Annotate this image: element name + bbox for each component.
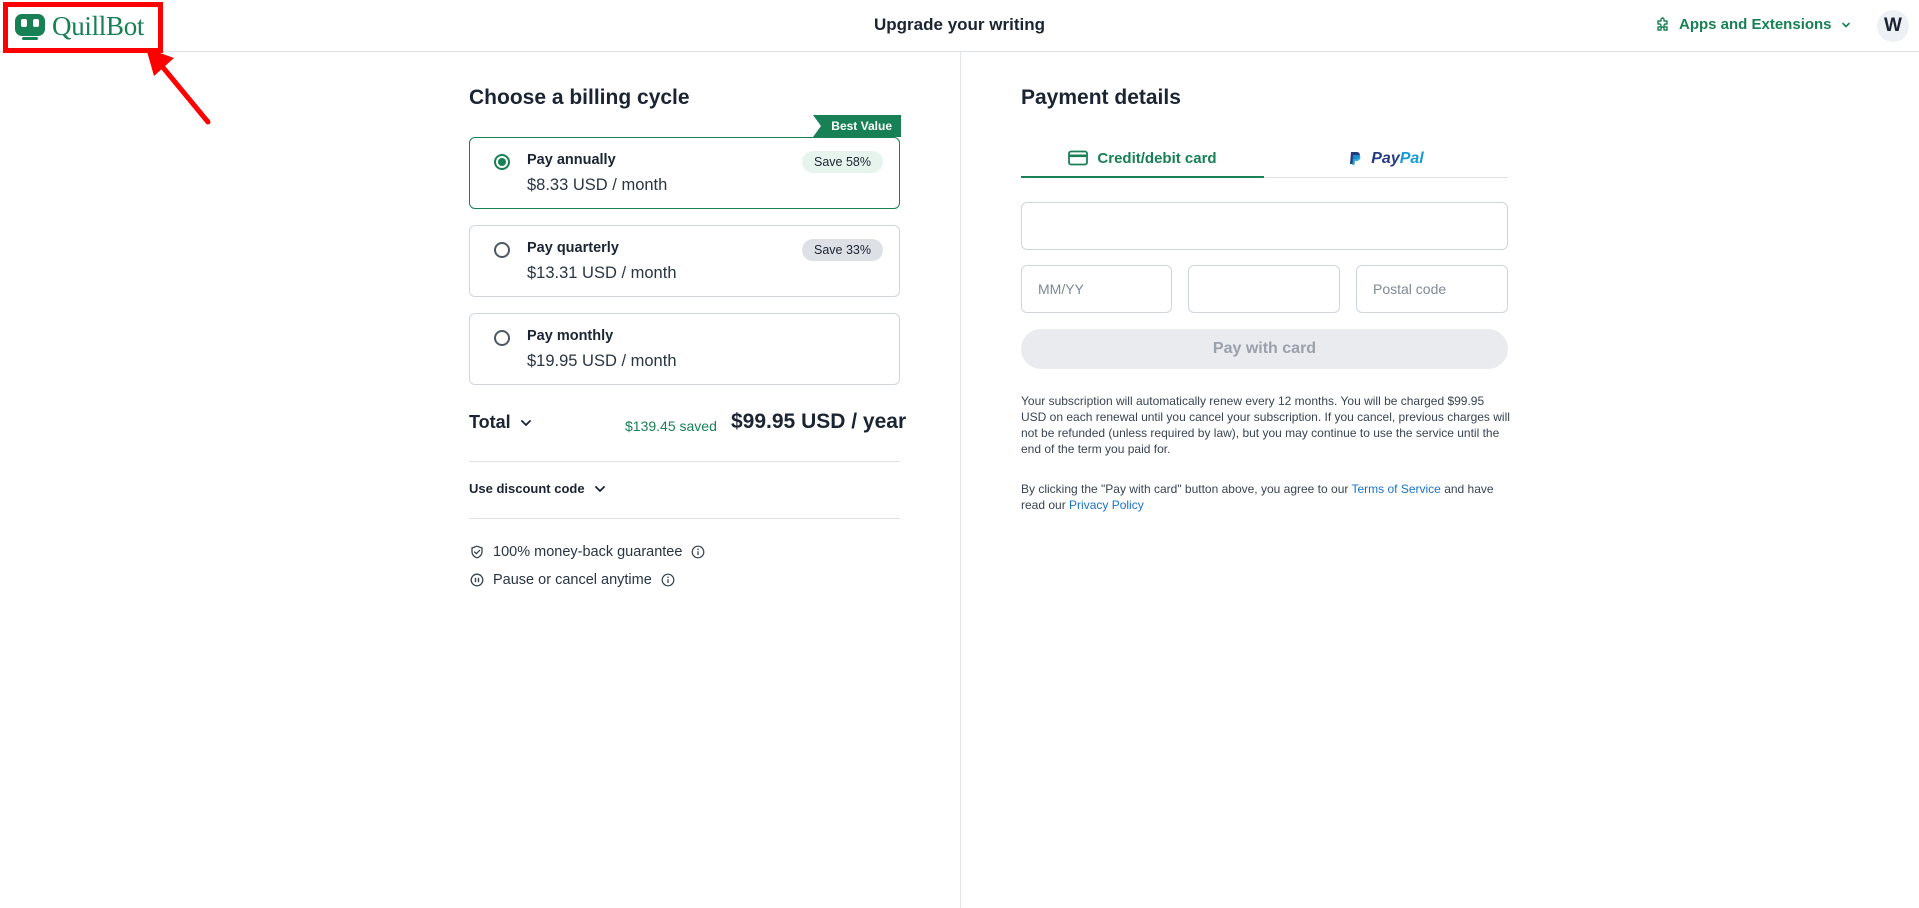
terms-notice: By clicking the "Pay with card" button a… <box>1021 481 1511 513</box>
top-header: QuillBot Upgrade your writing Apps and E… <box>0 0 1919 52</box>
billing-cycle-title: Choose a billing cycle <box>469 86 690 109</box>
paypal-wordmark: PayPal <box>1371 150 1423 168</box>
apps-label: Apps and Extensions <box>1679 16 1832 33</box>
shield-check-icon <box>471 545 483 559</box>
save-badge: Save 33% <box>802 239 883 261</box>
postal-code-input[interactable] <box>1356 265 1508 313</box>
total-label: Total <box>469 412 511 432</box>
plan-price: $8.33 USD / month <box>527 176 668 194</box>
paypal-wordmark-part1: Pay <box>1371 149 1400 167</box>
plan-option-annually[interactable]: Pay annually $8.33 USD / month Save 58% <box>469 137 900 209</box>
feature-label: 100% money-back guarantee <box>493 544 683 560</box>
total-toggle[interactable]: Total <box>469 412 533 433</box>
divider <box>469 461 900 462</box>
tab-label: Credit/debit card <box>1097 149 1217 167</box>
cvc-input[interactable] <box>1188 265 1340 313</box>
plan-name: Pay quarterly <box>527 240 619 256</box>
plan-radio-quarterly[interactable] <box>494 242 510 258</box>
tab-paypal[interactable]: PayPal <box>1264 140 1508 178</box>
pay-with-card-button[interactable]: Pay with card <box>1021 329 1508 369</box>
renewal-notice: Your subscription will automatically ren… <box>1021 394 1510 456</box>
expiry-input[interactable] <box>1021 265 1172 313</box>
plan-radio-annually[interactable] <box>494 154 510 170</box>
use-discount-code-toggle[interactable]: Use discount code <box>469 481 607 496</box>
feature-money-back: 100% money-back guarantee <box>470 544 705 560</box>
best-value-ribbon: Best Value <box>813 115 901 137</box>
terms-of-service-link[interactable]: Terms of Service <box>1352 482 1441 496</box>
info-icon[interactable] <box>661 573 675 587</box>
total-price: $99.95 USD / year <box>731 410 907 433</box>
chevron-down-icon <box>520 419 531 426</box>
payment-details-title: Payment details <box>1021 86 1181 109</box>
discount-label: Use discount code <box>469 481 585 496</box>
plan-price: $13.31 USD / month <box>527 264 677 282</box>
plan-name: Pay annually <box>527 152 616 168</box>
column-divider <box>960 52 961 908</box>
terms-prefix: By clicking the "Pay with card" button a… <box>1021 482 1352 496</box>
feature-label: Pause or cancel anytime <box>493 572 652 588</box>
paypal-icon <box>1350 151 1361 165</box>
annotation-arrow-icon <box>146 48 211 125</box>
chevron-down-icon <box>1841 22 1850 27</box>
card-number-input[interactable] <box>1021 202 1508 250</box>
tab-credit-debit-card[interactable]: Credit/debit card <box>1021 140 1264 178</box>
amount-saved: $139.45 saved <box>625 418 717 434</box>
pause-icon <box>470 573 484 587</box>
chevron-down-icon <box>594 485 605 492</box>
save-badge: Save 58% <box>802 151 883 173</box>
info-icon[interactable] <box>691 545 705 559</box>
feature-pause-cancel: Pause or cancel anytime <box>470 572 675 588</box>
credit-card-icon <box>1068 150 1089 166</box>
apps-and-extensions-menu[interactable]: Apps and Extensions <box>1655 16 1852 33</box>
plan-price: $19.95 USD / month <box>527 352 677 370</box>
logo-highlight-box <box>3 2 163 53</box>
divider <box>469 518 900 519</box>
user-avatar[interactable]: W <box>1877 10 1909 42</box>
puzzle-icon <box>1657 16 1668 31</box>
plan-name: Pay monthly <box>527 328 614 344</box>
plan-option-monthly[interactable]: Pay monthly $19.95 USD / month <box>469 313 900 385</box>
page-title: Upgrade your writing <box>874 15 1045 34</box>
plan-option-quarterly[interactable]: Pay quarterly $13.31 USD / month Save 33… <box>469 225 900 297</box>
plan-radio-monthly[interactable] <box>494 330 510 346</box>
privacy-policy-link[interactable]: Privacy Policy <box>1069 498 1144 512</box>
paypal-wordmark-part2: Pal <box>1399 149 1424 167</box>
